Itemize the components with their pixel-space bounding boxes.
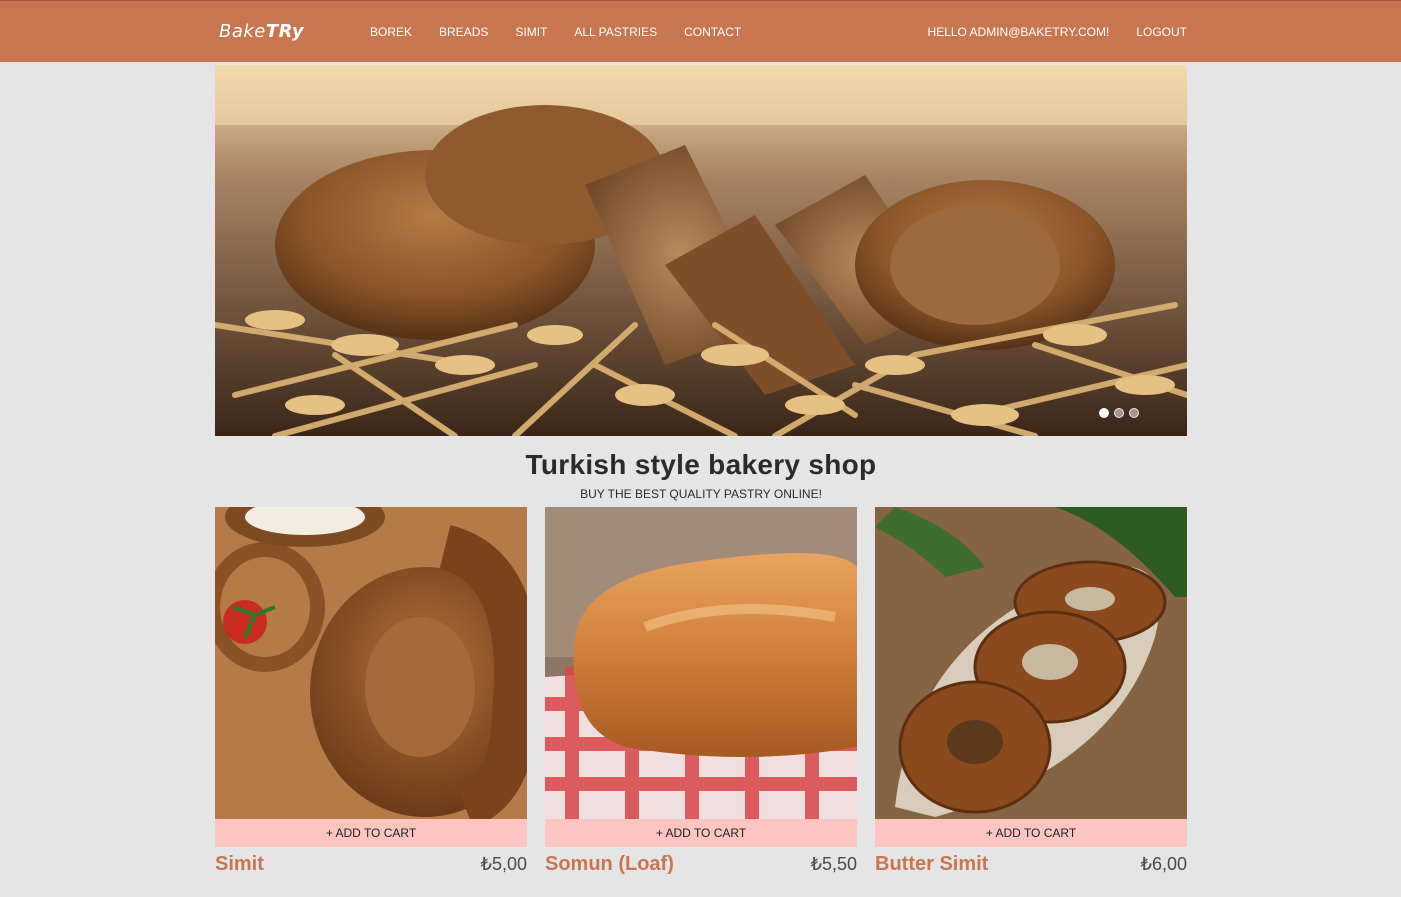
product-image-simit[interactable]	[215, 507, 527, 819]
carousel-dot-1[interactable]	[1099, 408, 1109, 418]
product-price-butter-simit: ₺6,00	[1140, 854, 1188, 874]
carousel-indicators	[1099, 408, 1139, 418]
add-to-cart-button-somun[interactable]: + ADD TO CART	[545, 819, 857, 847]
brand-logo[interactable]: BakeTRy	[219, 21, 304, 42]
hero-bread-image	[215, 65, 1187, 436]
user-nav: HELLO ADMIN@BAKETRY.COM! LOGOUT	[901, 25, 1187, 39]
page-subtitle: BUY THE BEST QUALITY PASTRY ONLINE!	[580, 487, 822, 501]
product-card-somun: + ADD TO CART Somun (Loaf) ₺5,50	[545, 507, 857, 887]
product-image-butter-simit[interactable]	[875, 507, 1187, 819]
nav-link-breads[interactable]: BREADS	[439, 25, 488, 39]
carousel-dot-3[interactable]	[1129, 408, 1139, 418]
hero-carousel[interactable]	[215, 65, 1187, 436]
product-card-simit: + ADD TO CART Simit ₺5,00	[215, 507, 527, 887]
carousel-dot-2[interactable]	[1114, 408, 1124, 418]
product-card-butter-simit: + ADD TO CART Butter Simit ₺6,00	[875, 507, 1187, 887]
product-price-simit: ₺5,00	[480, 854, 528, 874]
nav-link-contact[interactable]: CONTACT	[684, 25, 741, 39]
main-nav: BOREK BREADS SIMIT ALL PASTRIES CONTACT	[370, 25, 768, 39]
nav-link-simit[interactable]: SIMIT	[515, 25, 547, 39]
product-name-butter-simit[interactable]: Butter Simit	[875, 853, 988, 876]
add-to-cart-button-simit[interactable]: + ADD TO CART	[215, 819, 527, 847]
add-to-cart-button-butter-simit[interactable]: + ADD TO CART	[875, 819, 1187, 847]
product-name-simit[interactable]: Simit	[215, 853, 264, 876]
product-price-somun: ₺5,50	[810, 854, 858, 874]
page-title: Turkish style bakery shop	[525, 449, 877, 480]
product-image-somun[interactable]	[545, 507, 857, 819]
nav-link-borek[interactable]: BOREK	[370, 25, 412, 39]
logout-link[interactable]: LOGOUT	[1136, 25, 1187, 39]
top-navbar: BakeTRy BOREK BREADS SIMIT ALL PASTRIES …	[0, 0, 1401, 62]
user-greeting-link[interactable]: HELLO ADMIN@BAKETRY.COM!	[928, 25, 1110, 39]
nav-link-all-pastries[interactable]: ALL PASTRIES	[574, 25, 657, 39]
product-name-somun[interactable]: Somun (Loaf)	[545, 853, 674, 876]
